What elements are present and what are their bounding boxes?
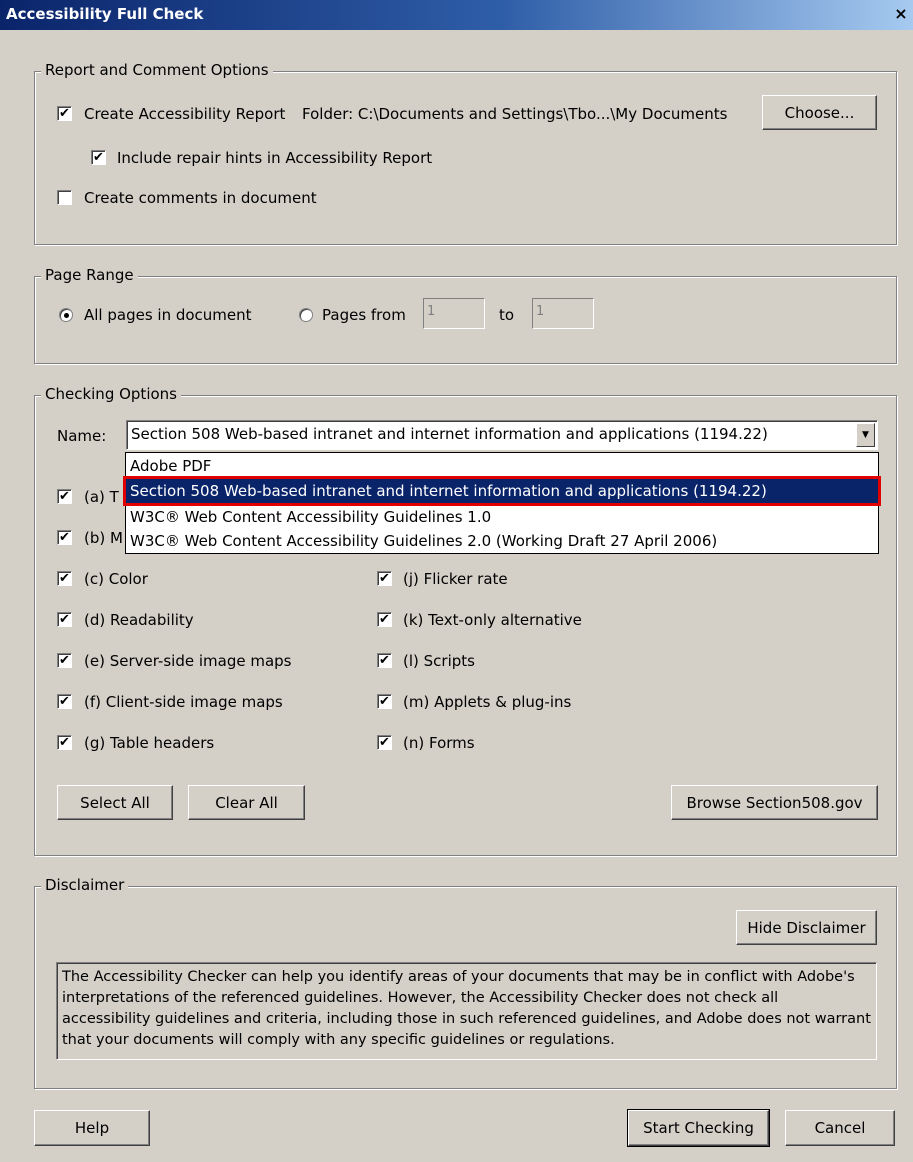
pages-from-label: Pages from [322, 306, 406, 324]
create-comments-label: Create comments in document [84, 189, 317, 207]
check-c-checkbox[interactable]: ✔ [57, 571, 72, 586]
create-comments-checkbox[interactable] [57, 190, 72, 205]
hide-disclaimer-button[interactable]: Hide Disclaimer [736, 910, 877, 945]
all-pages-radio[interactable] [59, 308, 73, 322]
check-e-checkbox[interactable]: ✔ [57, 653, 72, 668]
report-options-title: Report and Comment Options [41, 61, 273, 79]
create-report-label: Create Accessibility Report [84, 105, 286, 123]
check-a-checkbox[interactable]: ✔ [57, 489, 72, 504]
standard-select[interactable]: Section 508 Web-based intranet and inter… [126, 420, 878, 450]
standard-select-value: Section 508 Web-based intranet and inter… [131, 425, 768, 443]
dropdown-option[interactable]: Adobe PDF [126, 454, 878, 478]
dropdown-option-selected[interactable]: Section 508 Web-based intranet and inter… [123, 476, 881, 506]
check-c-label: (c) Color [84, 570, 148, 588]
check-n-label: (n) Forms [403, 734, 475, 752]
page-range-title: Page Range [41, 266, 138, 284]
title-bar: Accessibility Full Check × [0, 0, 913, 30]
check-d-label: (d) Readability [84, 611, 194, 629]
check-b-checkbox[interactable]: ✔ [57, 530, 72, 545]
check-k-checkbox[interactable]: ✔ [377, 612, 392, 627]
check-k-label: (k) Text-only alternative [403, 611, 582, 629]
include-hints-checkbox[interactable]: ✔ [91, 150, 106, 165]
choose-button[interactable]: Choose... [762, 95, 877, 130]
name-label: Name: [57, 427, 107, 445]
pages-to-field[interactable]: 1 [532, 298, 594, 329]
pages-from-field[interactable]: 1 [423, 298, 485, 329]
check-j-label: (j) Flicker rate [403, 570, 508, 588]
check-f-label: (f) Client-side image maps [84, 693, 283, 711]
dropdown-option[interactable]: W3C® Web Content Accessibility Guideline… [126, 505, 878, 529]
check-e-label: (e) Server-side image maps [84, 652, 292, 670]
check-l-label: (l) Scripts [403, 652, 475, 670]
check-d-checkbox[interactable]: ✔ [57, 612, 72, 627]
standard-dropdown-list: Adobe PDF Section 508 Web-based intranet… [123, 452, 881, 554]
cancel-button[interactable]: Cancel [785, 1110, 895, 1146]
check-m-label: (m) Applets & plug-ins [403, 693, 572, 711]
close-icon[interactable]: × [892, 4, 910, 24]
check-a-label: (a) T [84, 488, 119, 506]
check-l-checkbox[interactable]: ✔ [377, 653, 392, 668]
check-g-checkbox[interactable]: ✔ [57, 735, 72, 750]
browse-section508-button[interactable]: Browse Section508.gov [671, 785, 878, 820]
check-f-checkbox[interactable]: ✔ [57, 694, 72, 709]
check-n-checkbox[interactable]: ✔ [377, 735, 392, 750]
to-label: to [499, 306, 515, 324]
create-report-checkbox[interactable]: ✔ [57, 106, 72, 121]
disclaimer-text: The Accessibility Checker can help you i… [56, 962, 877, 1060]
pages-from-radio[interactable] [299, 308, 313, 322]
help-button[interactable]: Help [34, 1110, 150, 1146]
chevron-down-icon[interactable]: ▼ [856, 423, 875, 447]
check-b-label: (b) M [84, 529, 123, 547]
check-j-checkbox[interactable]: ✔ [377, 571, 392, 586]
dropdown-option[interactable]: W3C® Web Content Accessibility Guideline… [126, 529, 878, 553]
clear-all-button[interactable]: Clear All [188, 785, 305, 820]
window-title: Accessibility Full Check [6, 5, 204, 23]
start-checking-button[interactable]: Start Checking [627, 1109, 770, 1147]
folder-path: Folder: C:\Documents and Settings\Tbo...… [302, 105, 728, 123]
disclaimer-title: Disclaimer [41, 876, 129, 894]
check-g-label: (g) Table headers [84, 734, 215, 752]
checking-options-title: Checking Options [41, 385, 181, 403]
check-m-checkbox[interactable]: ✔ [377, 694, 392, 709]
select-all-button[interactable]: Select All [57, 785, 173, 820]
all-pages-label: All pages in document [84, 306, 252, 324]
include-hints-label: Include repair hints in Accessibility Re… [117, 149, 433, 167]
